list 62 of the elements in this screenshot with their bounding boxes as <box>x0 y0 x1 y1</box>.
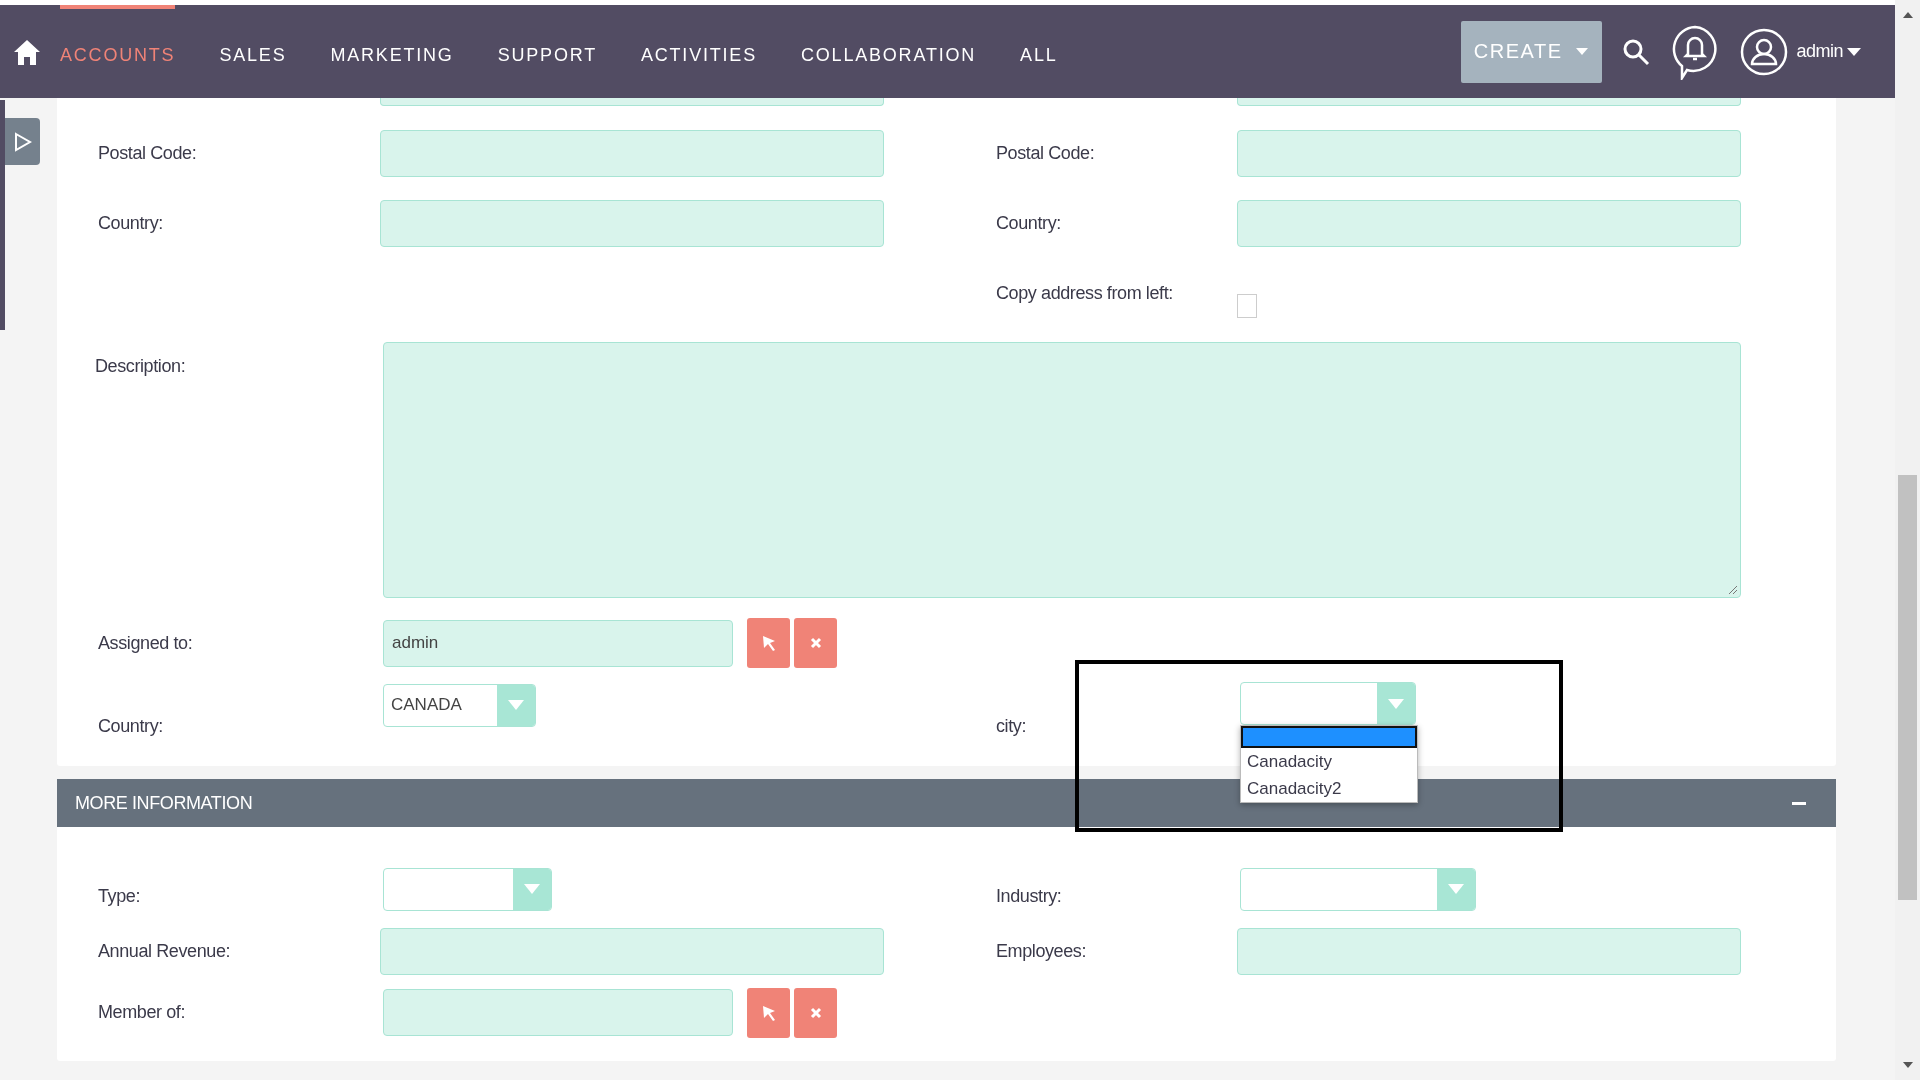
triangle-icon <box>13 131 32 152</box>
nav-tab[interactable]: COLLABORATION <box>801 5 977 98</box>
dropdown-list[interactable]: Canadacity Canadacity2 <box>1240 725 1418 803</box>
input-field[interactable] <box>1237 129 1741 177</box>
nav-tab[interactable]: SUPPORT <box>497 5 597 98</box>
sidebar-toggle-button[interactable] <box>5 118 40 165</box>
select-dropdown[interactable] <box>1240 867 1476 911</box>
checkbox[interactable] <box>1237 294 1257 318</box>
caret-icon <box>1576 48 1589 55</box>
dropdown-arrow-icon <box>1448 884 1464 894</box>
caret-icon <box>1847 47 1861 56</box>
dropdown-arrow-icon <box>524 884 540 894</box>
field-label: Type: <box>97 885 142 907</box>
input-field[interactable] <box>380 928 884 975</box>
dropdown-arrow-icon <box>1388 698 1404 709</box>
cursor-arrow-icon <box>760 634 777 652</box>
nav-tab[interactable]: ALL <box>1020 5 1058 98</box>
input-field[interactable] <box>380 129 884 177</box>
nav-tab[interactable]: SALES <box>219 5 287 98</box>
field-label: Assigned to: <box>97 632 194 654</box>
field-label: Industry: <box>995 885 1063 907</box>
clear-button[interactable] <box>794 987 837 1038</box>
select-button[interactable] <box>747 618 790 668</box>
home-icon[interactable] <box>12 37 42 66</box>
select-button[interactable] <box>747 987 790 1038</box>
field-label: Country: <box>97 212 164 234</box>
scroll-down-icon[interactable] <box>1903 1062 1913 1068</box>
nav-tab[interactable]: MARKETING <box>330 5 454 98</box>
field-label: Copy address from left: <box>995 282 1174 304</box>
nav-tab[interactable]: ACTIVITIES <box>640 5 757 98</box>
dropdown-arrow-icon <box>508 700 524 710</box>
input-field[interactable] <box>380 199 884 247</box>
input-field[interactable] <box>1237 199 1741 247</box>
select-dropdown[interactable]: CANADA <box>383 683 536 727</box>
close-icon <box>809 637 822 649</box>
cursor-arrow-icon <box>760 1003 777 1022</box>
close-icon <box>809 1006 822 1019</box>
search-icon[interactable] <box>1622 37 1651 66</box>
input-field[interactable] <box>1237 928 1741 975</box>
user-menu[interactable]: admin <box>1796 41 1861 62</box>
field-label: Member of: <box>97 1002 187 1023</box>
field-label: Annual Revenue: <box>97 941 232 962</box>
user-avatar-icon[interactable] <box>1740 27 1789 76</box>
field-label: Description: <box>94 355 187 377</box>
input-field[interactable] <box>383 989 733 1036</box>
input-field[interactable] <box>1237 98 1741 106</box>
field-label: city: <box>995 714 1027 737</box>
select-dropdown[interactable] <box>383 867 552 911</box>
scroll-up-icon[interactable] <box>1903 12 1913 18</box>
clear-button[interactable] <box>794 618 837 668</box>
input-field[interactable] <box>380 98 884 106</box>
field-label: Country: <box>97 714 164 737</box>
field-label: Country: <box>995 212 1062 234</box>
field-label: Postal Code: <box>97 142 198 164</box>
field-label: Postal Code: <box>995 142 1096 164</box>
scrollbar-thumb[interactable] <box>1898 475 1917 900</box>
input-field[interactable]: admin <box>383 619 733 667</box>
dropdown-option[interactable]: Canadacity <box>1241 748 1417 775</box>
dropdown-option[interactable] <box>1241 726 1417 748</box>
resize-grip-icon[interactable] <box>1728 585 1738 595</box>
section-title: MORE INFORMATION <box>75 792 253 814</box>
field-label: Employees: <box>995 941 1088 962</box>
